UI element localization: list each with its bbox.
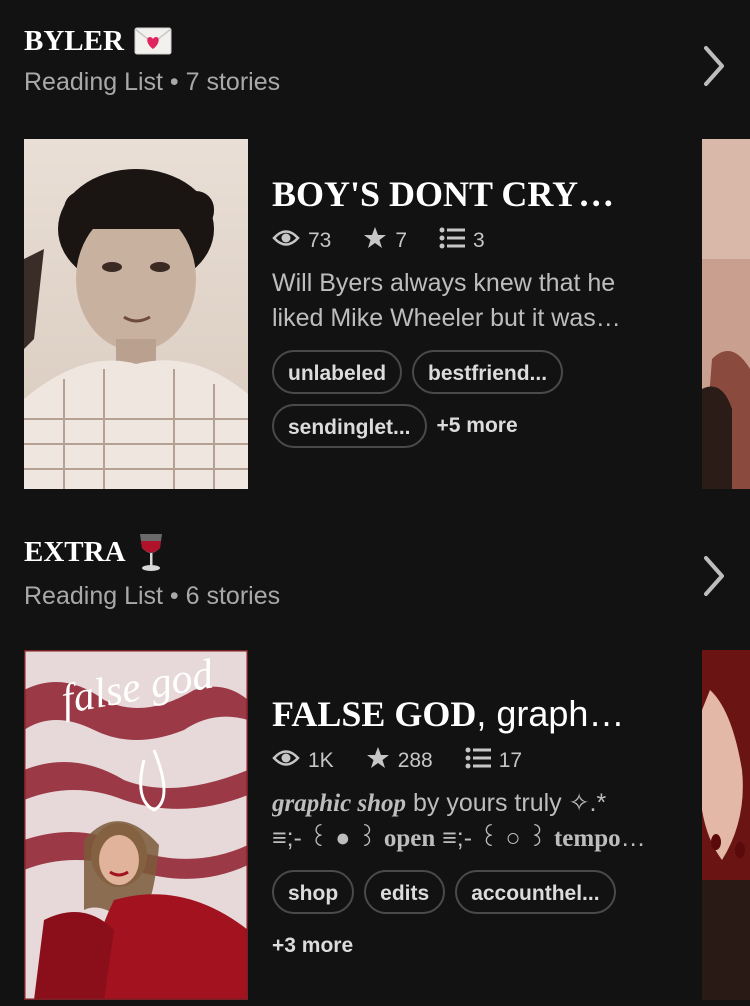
desc-part: tempor…	[553, 825, 652, 852]
chevron-right-icon[interactable]	[698, 44, 728, 88]
story-title-text: BOY'S DONT CRY…	[272, 174, 615, 214]
story-tags: shop edits accounthel... +3 more	[272, 870, 672, 968]
more-tags-link[interactable]: +5 more	[437, 404, 518, 448]
votes-stat: 7	[363, 226, 407, 256]
desc-line: graphic shop by yours truly ✧.*	[272, 786, 652, 821]
list-icon	[439, 227, 466, 255]
parts-count: 3	[473, 229, 485, 252]
star-icon	[366, 746, 390, 776]
reading-list-byler: BYLER Reading List • 7 stories BOY'S DON…	[0, 0, 750, 500]
story-title: FALSE GOD, graph…	[272, 692, 657, 736]
list-title-text: EXTRA	[24, 536, 126, 568]
story-stats: 1K 288 17	[272, 746, 672, 776]
tag-chip[interactable]: sendinglet...	[272, 404, 427, 448]
eye-icon	[272, 748, 300, 774]
list-icon	[465, 747, 491, 775]
story-stats: 73 7 3	[272, 226, 672, 256]
desc-part: ≡;- ꒰ ● ꒱	[272, 824, 384, 852]
story-cover[interactable]: false god	[24, 650, 248, 1000]
chevron-right-icon[interactable]	[698, 554, 728, 598]
views-stat: 73	[272, 228, 331, 254]
story-info[interactable]: FALSE GOD, graph… 1K 288 17 graphic shop…	[272, 692, 672, 968]
tag-chip[interactable]: edits	[364, 870, 446, 914]
views-stat: 1K	[272, 748, 334, 774]
reading-list-header[interactable]: EXTRA Reading List • 6 stories	[24, 532, 664, 612]
tag-chip[interactable]: shop	[272, 870, 355, 914]
story-cover[interactable]	[24, 139, 248, 489]
reading-list-extra: EXTRA Reading List • 6 stories false god…	[0, 500, 750, 1006]
story-tags: unlabeled bestfriend... sendinglet... +5…	[272, 350, 672, 448]
tag-chip[interactable]: unlabeled	[272, 350, 403, 394]
parts-count: 17	[498, 749, 523, 772]
desc-line: Will Byers always knew that he	[272, 269, 616, 297]
envelope-heart-icon	[134, 27, 172, 55]
votes-count: 288	[397, 749, 433, 772]
list-subtitle: Reading List • 6 stories	[24, 582, 281, 610]
story-info[interactable]: BOY'S DONT CRY… 73 7 3 Will Byers always…	[272, 172, 672, 448]
story-title: BOY'S DONT CRY…	[272, 172, 657, 216]
desc-line: ≡;- ꒰ ● ꒱ open ≡;- ꒰ ○ ꒱ tempor…	[272, 821, 652, 856]
tag-chip[interactable]: bestfriend...	[412, 350, 564, 394]
story-title-bold: FALSE GOD	[272, 694, 477, 734]
votes-count: 7	[395, 229, 408, 252]
next-story-cover-peek[interactable]	[702, 139, 750, 489]
story-description: Will Byers always knew that he liked Mik…	[272, 266, 652, 336]
list-subtitle: Reading List • 7 stories	[24, 68, 281, 96]
star-icon	[363, 226, 387, 256]
parts-stat: 3	[439, 227, 485, 255]
story-title-rest: , graph…	[476, 693, 625, 734]
votes-stat: 288	[366, 746, 433, 776]
views-count: 1K	[308, 749, 334, 772]
eye-icon	[272, 228, 300, 254]
more-tags-link[interactable]: +3 more	[272, 924, 672, 968]
parts-stat: 17	[465, 747, 522, 775]
story-description: graphic shop by yours truly ✧.* ≡;- ꒰ ● …	[272, 786, 652, 856]
desc-fancy: graphic shop	[272, 790, 407, 817]
list-title-text: BYLER	[24, 25, 124, 57]
reading-list-header[interactable]: BYLER Reading List • 7 stories	[24, 24, 664, 98]
desc-part: ≡;- ꒰ ○ ꒱	[435, 824, 554, 852]
tag-chip[interactable]: accounthel...	[455, 870, 616, 914]
desc-part: open	[383, 825, 436, 852]
list-title: EXTRA	[24, 532, 664, 572]
list-title: BYLER	[24, 24, 664, 58]
desc-line: liked Mike Wheeler but it was…	[272, 304, 621, 332]
views-count: 73	[308, 229, 332, 252]
next-story-cover-peek[interactable]	[702, 650, 750, 1000]
desc-rest: by yours truly ✧.*	[406, 789, 607, 817]
wine-glass-icon	[136, 532, 166, 572]
